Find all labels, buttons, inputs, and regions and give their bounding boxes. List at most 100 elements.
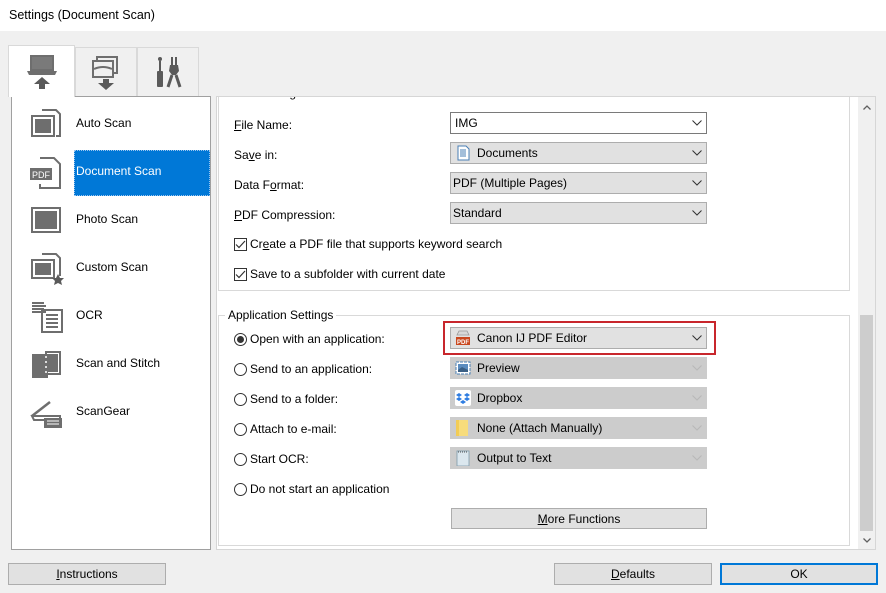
open-with-application-combo[interactable]: PDF Canon IJ PDF Editor: [450, 327, 707, 349]
keyword-search-checkbox[interactable]: Create a PDF file that supports keyword …: [234, 237, 502, 251]
radio-do-not-start-application[interactable]: Do not start an application: [234, 482, 389, 496]
folder-icon: [456, 420, 468, 436]
sidebar-item-label: Photo Scan: [76, 212, 139, 226]
sidebar-item-photo-scan[interactable]: Photo Scan: [12, 196, 210, 244]
radio-label: Do not start an application: [250, 482, 390, 496]
scroll-up-button[interactable]: [858, 99, 875, 116]
pdf-compression-combo[interactable]: Standard: [450, 202, 707, 224]
save-in-label: Save in:: [234, 148, 278, 162]
sidebar-item-document-scan[interactable]: PDF Document Scan: [12, 148, 210, 196]
custom-scan-icon: [31, 253, 64, 285]
ok-button[interactable]: OK: [720, 563, 878, 585]
chevron-down-icon[interactable]: [688, 203, 706, 223]
send-to-application-combo: Preview: [450, 357, 707, 379]
chevron-down-icon: [688, 388, 706, 408]
settings-scroll-area: Save Settings File Name: IMG Save in: Do…: [216, 96, 876, 550]
photo-scan-icon: [31, 207, 61, 233]
radio-label: Send to an application:: [250, 362, 373, 376]
save-in-value: Documents: [477, 146, 538, 160]
keyword-search-label: Create a PDF file that supports keyword …: [250, 237, 503, 251]
pdf-compression-value: Standard: [453, 206, 502, 220]
chevron-down-icon[interactable]: [688, 143, 706, 163]
chevron-down-icon[interactable]: [688, 173, 706, 193]
tab-scan-from-computer[interactable]: [8, 45, 75, 97]
tab-general-settings[interactable]: [137, 47, 199, 96]
dropbox-icon: [455, 390, 471, 406]
vertical-scrollbar[interactable]: [858, 97, 875, 549]
start-ocr-combo: Output to Text: [450, 447, 707, 469]
sidebar-item-label: Auto Scan: [76, 116, 132, 130]
defaults-button[interactable]: Defaults: [554, 563, 712, 585]
chevron-down-icon: [688, 418, 706, 438]
sidebar-item-label: ScanGear: [76, 404, 131, 418]
auto-scan-icon: [31, 109, 61, 137]
chevron-up-icon: [862, 105, 871, 110]
radio-send-to-folder[interactable]: Send to a folder:: [234, 392, 338, 406]
scan-stitch-icon: [32, 351, 61, 378]
radio-circle[interactable]: [234, 392, 247, 406]
data-format-label: Data Format:: [234, 178, 305, 192]
sidebar-item-label: OCR: [76, 308, 103, 322]
application-settings-legend: Application Settings: [225, 308, 337, 322]
sidebar-item-label: Document Scan: [76, 164, 162, 178]
file-name-value[interactable]: IMG: [451, 116, 688, 130]
checkmark-icon: [235, 270, 246, 278]
radio-selected-dot: [237, 335, 244, 343]
scan-type-list: Auto Scan PDF Document Scan Photo Scan C…: [11, 96, 211, 550]
sidebar-item-scan-and-stitch[interactable]: Scan and Stitch: [12, 340, 210, 388]
radio-circle[interactable]: [234, 482, 247, 496]
preview-icon: [455, 361, 471, 375]
svg-text:PDF: PDF: [32, 170, 51, 180]
window-title: Settings (Document Scan): [9, 8, 155, 22]
computer-upload-icon: [26, 54, 57, 89]
title-bar: Settings (Document Scan): [0, 0, 886, 31]
pdf-document-icon: PDF: [30, 157, 61, 189]
send-to-folder-combo: Dropbox: [450, 387, 707, 409]
radio-circle[interactable]: [234, 332, 247, 346]
sidebar-item-custom-scan[interactable]: Custom Scan: [12, 244, 210, 292]
radio-label: Attach to e-mail:: [250, 422, 337, 436]
scroll-down-button[interactable]: [858, 532, 875, 549]
checkbox-box[interactable]: [234, 237, 247, 251]
radio-label: Start OCR:: [250, 452, 309, 466]
radio-circle[interactable]: [234, 452, 247, 466]
sidebar-item-ocr[interactable]: OCR: [12, 292, 210, 340]
save-settings-legend: Save Settings: [225, 97, 306, 100]
radio-circle[interactable]: [234, 362, 247, 376]
sidebar-item-label: Scan and Stitch: [76, 356, 161, 370]
sidebar-item-label: Custom Scan: [76, 260, 149, 274]
attach-to-email-value: None (Attach Manually): [477, 421, 603, 435]
canon-pdf-editor-icon: PDF: [456, 330, 470, 346]
send-to-application-value: Preview: [477, 361, 520, 375]
chevron-down-icon[interactable]: [688, 328, 706, 348]
radio-attach-to-email[interactable]: Attach to e-mail:: [234, 422, 337, 436]
radio-label: Send to a folder:: [250, 392, 339, 406]
chevron-down-icon: [688, 358, 706, 378]
subfolder-date-label: Save to a subfolder with current date: [250, 267, 446, 281]
scangear-icon: [30, 401, 62, 428]
chevron-down-icon: [862, 538, 871, 543]
checkbox-box[interactable]: [234, 267, 247, 281]
radio-label: Open with an application:: [250, 332, 385, 346]
radio-send-to-application[interactable]: Send to an application:: [234, 362, 372, 376]
radio-start-ocr[interactable]: Start OCR:: [234, 452, 309, 466]
chevron-down-icon: [688, 448, 706, 468]
send-to-folder-value: Dropbox: [477, 391, 523, 405]
sidebar-item-auto-scan[interactable]: Auto Scan: [12, 100, 210, 148]
radio-circle[interactable]: [234, 422, 247, 436]
data-format-combo[interactable]: PDF (Multiple Pages): [450, 172, 707, 194]
chevron-down-icon[interactable]: [688, 113, 706, 133]
more-functions-button[interactable]: More Functions: [451, 508, 707, 529]
data-format-value: PDF (Multiple Pages): [453, 176, 568, 190]
open-with-application-value: Canon IJ PDF Editor: [477, 331, 588, 345]
scrollbar-thumb[interactable]: [860, 315, 873, 531]
documents-folder-icon: [457, 145, 470, 161]
pdf-compression-label: PDF Compression:: [234, 208, 336, 222]
tab-scan-from-panel[interactable]: [75, 47, 137, 96]
instructions-button[interactable]: Instructions: [8, 563, 166, 585]
radio-open-with-application[interactable]: Open with an application:: [234, 332, 385, 346]
file-name-combo[interactable]: IMG: [450, 112, 707, 134]
save-in-combo[interactable]: Documents: [450, 142, 707, 164]
sidebar-item-scangear[interactable]: ScanGear: [12, 388, 210, 436]
subfolder-date-checkbox[interactable]: Save to a subfolder with current date: [234, 267, 445, 281]
